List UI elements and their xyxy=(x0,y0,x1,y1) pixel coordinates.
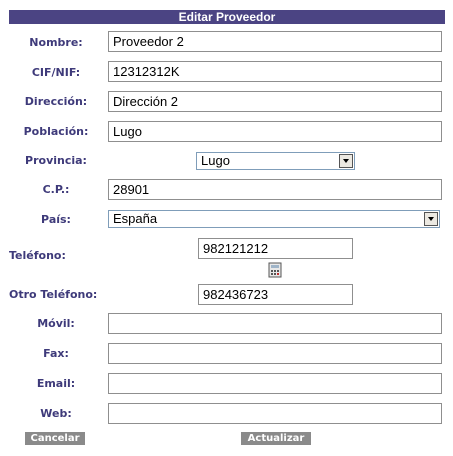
poblacion-label: Población: xyxy=(23,125,89,138)
web-label: Web: xyxy=(40,407,72,420)
chevron-down-icon[interactable] xyxy=(424,212,438,226)
chevron-down-icon[interactable] xyxy=(339,154,353,168)
nombre-label: Nombre: xyxy=(29,36,83,49)
cancel-button[interactable]: Cancelar xyxy=(25,432,85,445)
web-input[interactable] xyxy=(108,403,442,424)
poblacion-input[interactable] xyxy=(108,121,442,142)
cp-input[interactable] xyxy=(108,179,442,200)
calculator-icon[interactable] xyxy=(268,262,282,278)
pais-select[interactable]: España xyxy=(108,210,440,228)
direccion-input[interactable] xyxy=(108,91,442,112)
fax-label: Fax: xyxy=(43,347,69,360)
movil-label: Móvil: xyxy=(37,317,75,330)
provincia-select[interactable]: Lugo xyxy=(196,152,355,170)
nombre-input[interactable] xyxy=(108,31,442,52)
pais-selected-value: España xyxy=(113,211,158,226)
pais-label: País: xyxy=(41,213,71,226)
movil-input[interactable] xyxy=(108,313,442,334)
direccion-label: Dirección: xyxy=(24,95,88,108)
email-label: Email: xyxy=(36,377,76,390)
cif-nif-input[interactable] xyxy=(108,61,442,82)
cp-label: C.P.: xyxy=(42,183,70,196)
telefono-label: Teléfono: xyxy=(9,249,66,262)
otro-telefono-input[interactable] xyxy=(198,284,353,305)
cif-nif-label: CIF/NIF: xyxy=(31,66,81,79)
telefono-input[interactable] xyxy=(198,238,353,259)
provincia-label: Provincia: xyxy=(25,154,87,167)
fax-input[interactable] xyxy=(108,343,442,364)
email-input[interactable] xyxy=(108,373,442,394)
update-button[interactable]: Actualizar xyxy=(241,432,311,445)
provincia-selected-value: Lugo xyxy=(201,153,230,168)
form-title: Editar Proveedor xyxy=(9,10,445,24)
otro-telefono-label: Otro Teléfono: xyxy=(9,288,98,301)
